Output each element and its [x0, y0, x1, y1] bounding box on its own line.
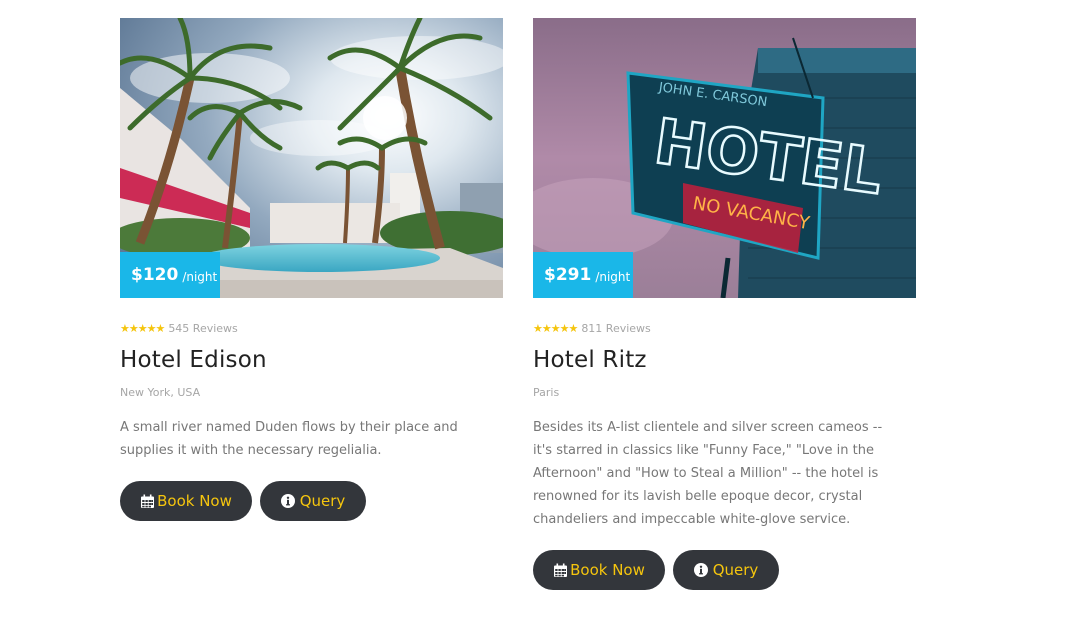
- hotel-photo[interactable]: JOHN E. CARSON HOTEL NO VACANCY $291 /ni…: [533, 18, 916, 298]
- book-now-label: Book Now: [570, 561, 645, 579]
- card-actions: Book Now Query: [120, 481, 504, 521]
- calendar-icon: [553, 563, 568, 578]
- query-button[interactable]: Query: [673, 550, 779, 590]
- price-unit: /night: [182, 269, 218, 284]
- hotel-location: New York, USA: [120, 386, 201, 399]
- query-label: Query: [712, 561, 759, 579]
- book-now-button[interactable]: Book Now: [120, 481, 252, 521]
- star-rating-icon: ★★★★★: [533, 321, 578, 335]
- card-actions: Book Now Query: [533, 550, 917, 590]
- price-amount: $120: [131, 265, 179, 285]
- star-rating-icon: ★★★★★: [120, 321, 165, 335]
- rating: ★★★★★ 545 Reviews: [120, 321, 504, 335]
- hotel-description: Besides its A-list clientele and silver …: [533, 420, 883, 527]
- hotel-location: Paris: [533, 386, 560, 399]
- price-amount: $291: [544, 265, 592, 285]
- book-now-button[interactable]: Book Now: [533, 550, 665, 590]
- query-button[interactable]: Query: [260, 481, 366, 521]
- query-label: Query: [299, 492, 346, 510]
- info-circle-icon: [280, 494, 295, 508]
- hotel-card: JOHN E. CARSON HOTEL NO VACANCY $291 /ni…: [533, 18, 917, 590]
- hotel-name[interactable]: Hotel Edison: [120, 347, 504, 373]
- book-now-label: Book Now: [157, 492, 232, 510]
- price-tag: $120 /night: [120, 252, 220, 298]
- calendar-icon: [140, 494, 155, 509]
- hotel-name[interactable]: Hotel Ritz: [533, 347, 917, 373]
- review-count: 811 Reviews: [581, 321, 651, 335]
- price-tag: $291 /night: [533, 252, 633, 298]
- price-unit: /night: [595, 269, 631, 284]
- review-count: 545 Reviews: [168, 321, 238, 335]
- rating: ★★★★★ 811 Reviews: [533, 321, 917, 335]
- hotel-photo[interactable]: $120 /night: [120, 18, 503, 298]
- hotel-description: A small river named Duden flows by their…: [120, 420, 458, 458]
- info-circle-icon: [693, 563, 708, 577]
- hotel-card: $120 /night ★★★★★ 545 Reviews Hotel Edis…: [120, 18, 504, 521]
